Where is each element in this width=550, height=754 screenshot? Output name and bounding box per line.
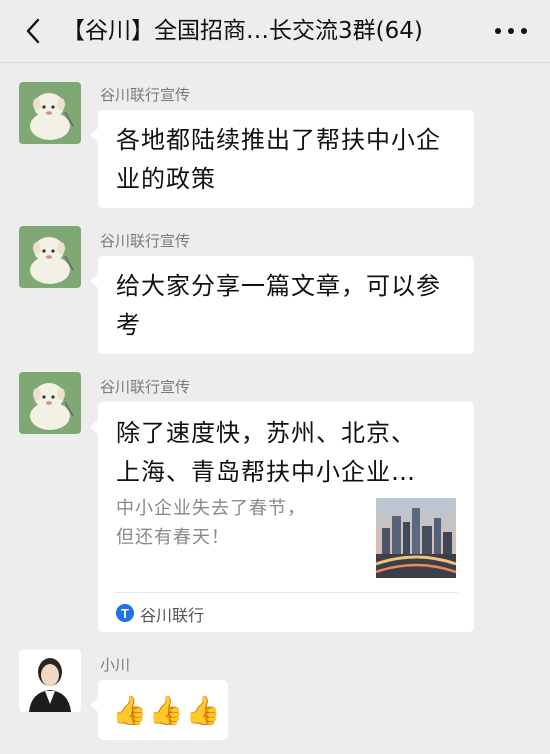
avatar-guchuan[interactable] [19, 372, 81, 434]
card-divider [114, 592, 458, 593]
card-title-line: 除了速度快，苏州、北京、 [116, 419, 416, 447]
message-line: 给大家分享一篇文章，可以参 [116, 272, 441, 300]
thumbs-up-icon: 👍 [185, 693, 221, 727]
avatar-xiaochuan[interactable] [19, 650, 81, 712]
card-thumbnail [376, 498, 456, 578]
message-bubble[interactable]: 👍 👍 👍 [90, 680, 228, 740]
message-bubble[interactable]: 给大家分享一篇文章，可以参 考 [90, 256, 474, 354]
message-line: 考 [116, 311, 141, 339]
message-bubble[interactable]: 各地都陆续推出了帮扶中小企 业的政策 [90, 110, 474, 208]
sender-name: 小川 [100, 656, 131, 674]
more-button[interactable] [488, 14, 534, 48]
back-button[interactable] [18, 14, 48, 48]
card-source: 谷川联行 [140, 606, 205, 625]
person-avatar-icon [19, 650, 81, 712]
card-description-line: 中小企业失去了春节， [116, 498, 306, 519]
message-line: 各地都陆续推出了帮扶中小企 [116, 126, 441, 154]
avatar-guchuan[interactable] [19, 82, 81, 144]
ellipsis-icon [495, 28, 527, 34]
sender-name: 谷川联行宣传 [100, 86, 191, 104]
card-title-line: 上海、青岛帮扶中小企业… [116, 458, 416, 486]
link-card[interactable]: 除了速度快，苏州、北京、 上海、青岛帮扶中小企业… 中小企业失去了春节， 但还有… [90, 402, 474, 632]
sender-name: 谷川联行宣传 [100, 378, 191, 396]
sheep-avatar-icon [19, 226, 81, 288]
card-description-line: 但还有春天！ [116, 527, 230, 548]
sheep-avatar-icon [19, 82, 81, 144]
sheep-avatar-icon [19, 372, 81, 434]
sender-name: 谷川联行宣传 [100, 232, 191, 250]
guchuan-logo-icon: T [116, 604, 134, 622]
avatar-guchuan[interactable] [19, 226, 81, 288]
chat-title: 【谷川】全国招商…长交流3群(64) [62, 18, 423, 44]
message-line: 业的政策 [116, 165, 216, 193]
chat-header: 【谷川】全国招商…长交流3群(64) [0, 0, 550, 63]
thumbs-up-icon: 👍 [148, 693, 184, 727]
city-skyline-image [376, 498, 456, 578]
chevron-left-icon [26, 18, 40, 44]
thumbs-up-icon: 👍 [112, 693, 147, 727]
